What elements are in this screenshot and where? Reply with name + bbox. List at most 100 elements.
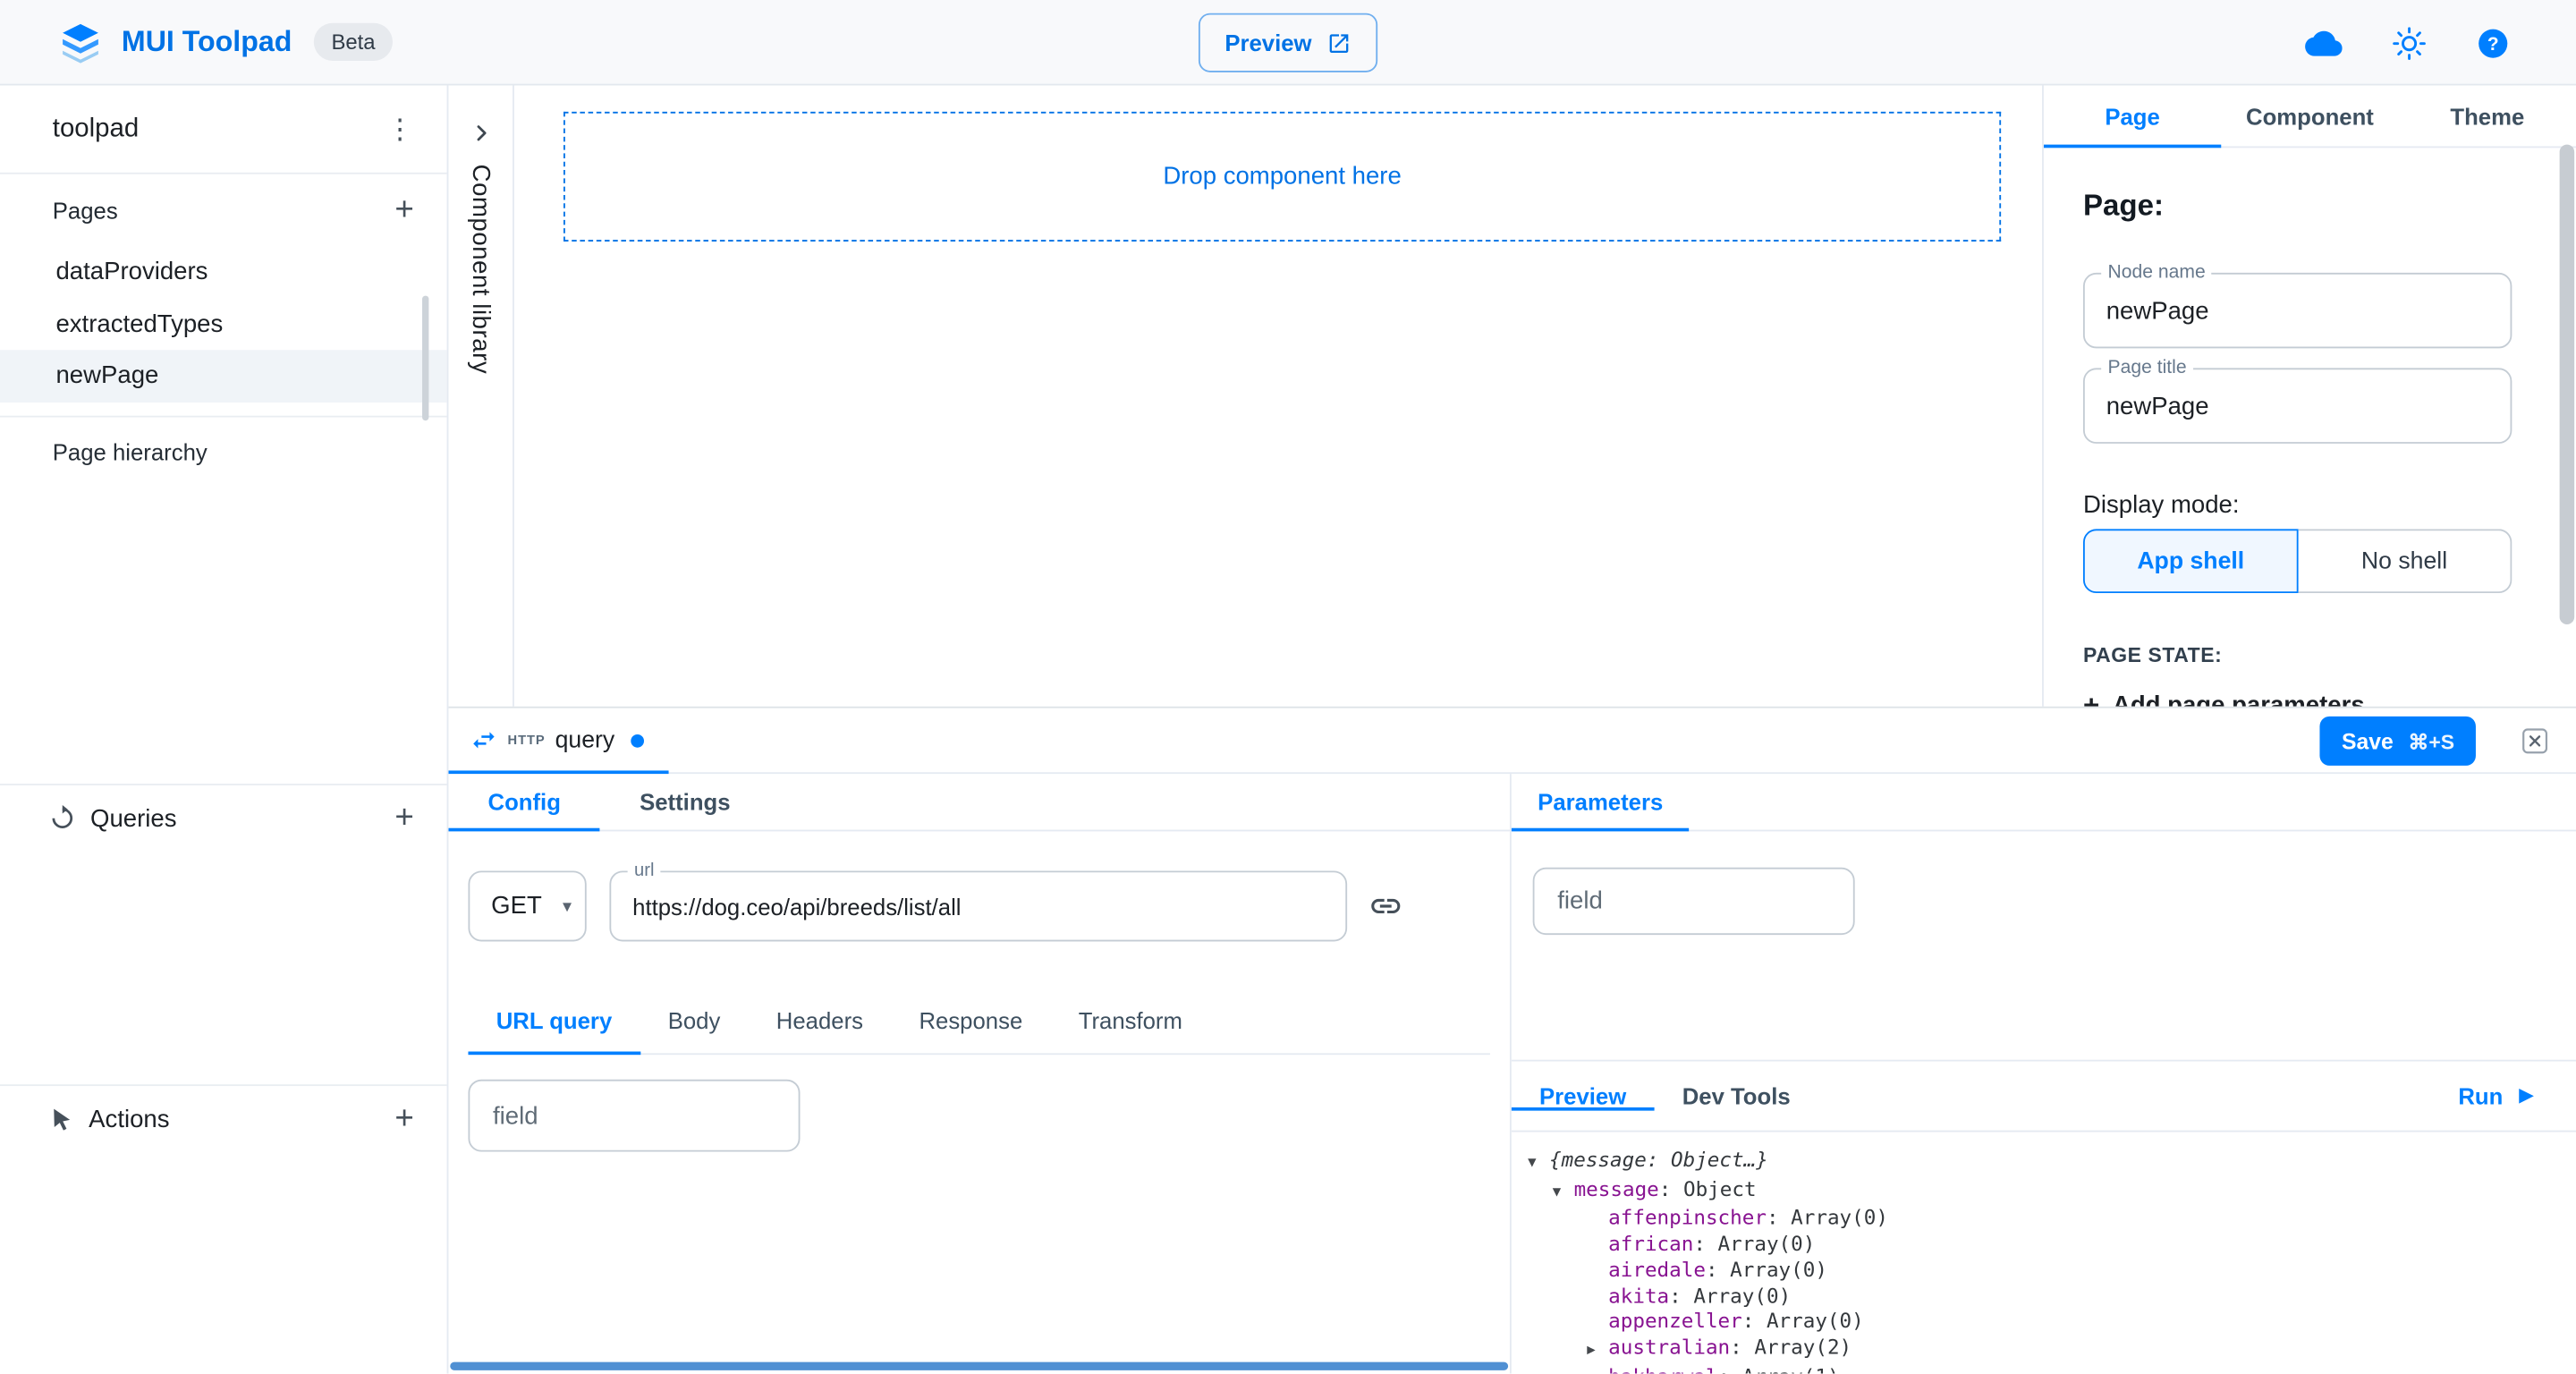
tree-root-preview: {message: Object…} xyxy=(1549,1149,1768,1172)
close-panel-button[interactable] xyxy=(2521,728,2547,754)
save-button-label: Save xyxy=(2342,729,2394,754)
node-name-label: Node name xyxy=(2101,263,2212,283)
tree-row[interactable]: ▶australian: Array(2) xyxy=(1528,1336,2576,1365)
add-page-parameters-label: Add page parameters xyxy=(2113,691,2365,707)
expanded-icon[interactable]: ▼ xyxy=(1553,1181,1574,1207)
display-mode-app-shell[interactable]: App shell xyxy=(2083,529,2299,593)
play-icon: ▶ xyxy=(2520,1087,2534,1105)
inspector-scrollbar[interactable] xyxy=(2560,145,2575,624)
link-icon[interactable] xyxy=(1368,889,1403,924)
tree-row[interactable]: appenzeller: Array(0) xyxy=(1528,1310,2576,1336)
sidebar-scrollbar[interactable] xyxy=(422,296,428,421)
parameters-tabs: Parameters xyxy=(1512,774,2576,831)
brand: MUI Toolpad Beta xyxy=(59,21,394,64)
query-editor-header: HTTP query Save ⌘+S xyxy=(448,708,2576,774)
parameter-field-input[interactable] xyxy=(1533,868,1855,935)
horizontal-scrollbar[interactable] xyxy=(450,1362,1508,1370)
canvas-row: Component library Drop component here xyxy=(448,86,2042,707)
component-library-label: Component library xyxy=(467,165,495,374)
page-item-label: extractedTypes xyxy=(55,310,223,338)
save-button[interactable]: Save ⌘+S xyxy=(2320,717,2476,766)
collapsed-icon[interactable]: ▶ xyxy=(1587,1339,1608,1365)
query-result-pane: Parameters Preview Dev Tools Run ▶ xyxy=(1512,774,2576,1373)
toolpad-logo-icon xyxy=(59,21,102,64)
run-button[interactable]: Run ▶ xyxy=(2458,1082,2533,1108)
tab-page[interactable]: Page xyxy=(2044,86,2221,147)
tab-parameters[interactable]: Parameters xyxy=(1512,774,1690,829)
preview-button-label: Preview xyxy=(1224,30,1311,55)
drop-zone[interactable]: Drop component here xyxy=(564,112,2001,242)
pages-section-header: Pages + xyxy=(0,174,447,247)
method-select[interactable]: GET ▾ xyxy=(468,870,586,941)
url-field: url xyxy=(609,870,1347,941)
external-link-icon xyxy=(1326,30,1352,55)
collapsed-icon[interactable]: ▶ xyxy=(1587,1368,1608,1373)
brand-name: MUI Toolpad xyxy=(122,25,292,60)
tab-transform[interactable]: Transform xyxy=(1050,988,1210,1053)
add-action-button[interactable]: + xyxy=(394,1102,413,1135)
tree-root-row[interactable]: ▼{message: Object…} xyxy=(1528,1149,2576,1178)
page-state-label: PAGE STATE: xyxy=(2083,644,2512,667)
display-mode-no-shell[interactable]: No shell xyxy=(2299,529,2512,593)
add-page-parameters-button[interactable]: + Add page parameters xyxy=(2083,691,2512,707)
save-shortcut: ⌘+S xyxy=(2408,729,2454,754)
actions-label: Actions xyxy=(89,1105,169,1132)
tab-url-query[interactable]: URL query xyxy=(468,988,640,1053)
kebab-menu-icon[interactable]: ⋮ xyxy=(386,113,414,146)
query-protocol-label: HTTP xyxy=(508,733,546,748)
add-page-button[interactable]: + xyxy=(394,194,413,227)
component-library-panel[interactable]: Component library xyxy=(448,86,513,707)
page-item-label: dataProviders xyxy=(55,259,208,286)
sidebar-header: toolpad ⋮ xyxy=(0,86,447,174)
svg-text:?: ? xyxy=(2487,33,2499,54)
node-name-field: Node name xyxy=(2083,273,2512,348)
tab-settings[interactable]: Settings xyxy=(600,774,770,829)
url-input[interactable] xyxy=(611,872,1345,939)
tree-row[interactable]: akita: Array(0) xyxy=(1528,1284,2576,1310)
query-editor-body: Config Settings GET ▾ url xyxy=(448,774,2576,1373)
sidebar-page-item[interactable]: extractedTypes xyxy=(0,298,447,350)
tab-component[interactable]: Component xyxy=(2221,86,2398,147)
http-icon xyxy=(470,726,497,754)
tab-response[interactable]: Response xyxy=(891,988,1050,1053)
add-query-button[interactable]: + xyxy=(394,802,413,835)
tree-row[interactable]: african: Array(0) xyxy=(1528,1233,2576,1259)
app-bar: MUI Toolpad Beta Preview xyxy=(0,0,2576,86)
cloud-sync-icon[interactable] xyxy=(2305,27,2343,58)
tab-body[interactable]: Body xyxy=(640,988,748,1053)
queries-label: Queries xyxy=(90,804,176,832)
url-query-field-input[interactable] xyxy=(468,1080,800,1152)
page-item-label: newPage xyxy=(55,362,158,390)
tab-theme[interactable]: Theme xyxy=(2399,86,2576,147)
run-label: Run xyxy=(2458,1082,2503,1108)
sidebar-page-item[interactable]: dataProviders xyxy=(0,247,447,299)
chevron-right-icon[interactable] xyxy=(469,122,492,145)
query-tab[interactable]: HTTP query xyxy=(448,708,668,773)
sidebar-page-item-selected[interactable]: newPage xyxy=(0,350,447,402)
display-mode-label: Display mode: xyxy=(2083,491,2512,519)
theme-toggle-icon[interactable] xyxy=(2392,25,2427,60)
tree-row[interactable]: ▶bakharwal: Array(1) xyxy=(1528,1365,2576,1374)
app-bar-actions: ? xyxy=(2305,0,2511,86)
preview-button[interactable]: Preview xyxy=(1199,13,1377,72)
tree-row[interactable]: affenpinscher: Array(0) xyxy=(1528,1207,2576,1233)
page-canvas: Drop component here xyxy=(514,86,2042,707)
page-title-input[interactable] xyxy=(2085,369,2511,442)
main-area: Component library Drop component here Pa… xyxy=(448,86,2576,1374)
page-hierarchy-label: Page hierarchy xyxy=(0,418,447,487)
config-tabs: Config Settings xyxy=(448,774,1510,831)
caret-down-icon: ▾ xyxy=(563,895,572,917)
tab-config[interactable]: Config xyxy=(448,774,600,829)
tree-row[interactable]: airedale: Array(0) xyxy=(1528,1259,2576,1285)
tab-preview[interactable]: Preview xyxy=(1512,1082,1655,1108)
url-label: url xyxy=(628,861,661,880)
node-name-input[interactable] xyxy=(2085,275,2511,347)
drop-zone-label: Drop component here xyxy=(1163,163,1401,191)
tree-row[interactable]: ▼message: Object xyxy=(1528,1177,2576,1207)
tab-dev-tools[interactable]: Dev Tools xyxy=(1654,1082,1818,1108)
actions-section-header: Actions + xyxy=(0,1086,447,1151)
help-icon[interactable]: ? xyxy=(2476,25,2511,60)
page-heading: Page: xyxy=(2083,189,2512,224)
expanded-icon[interactable]: ▼ xyxy=(1528,1152,1549,1178)
tab-headers[interactable]: Headers xyxy=(749,988,892,1053)
